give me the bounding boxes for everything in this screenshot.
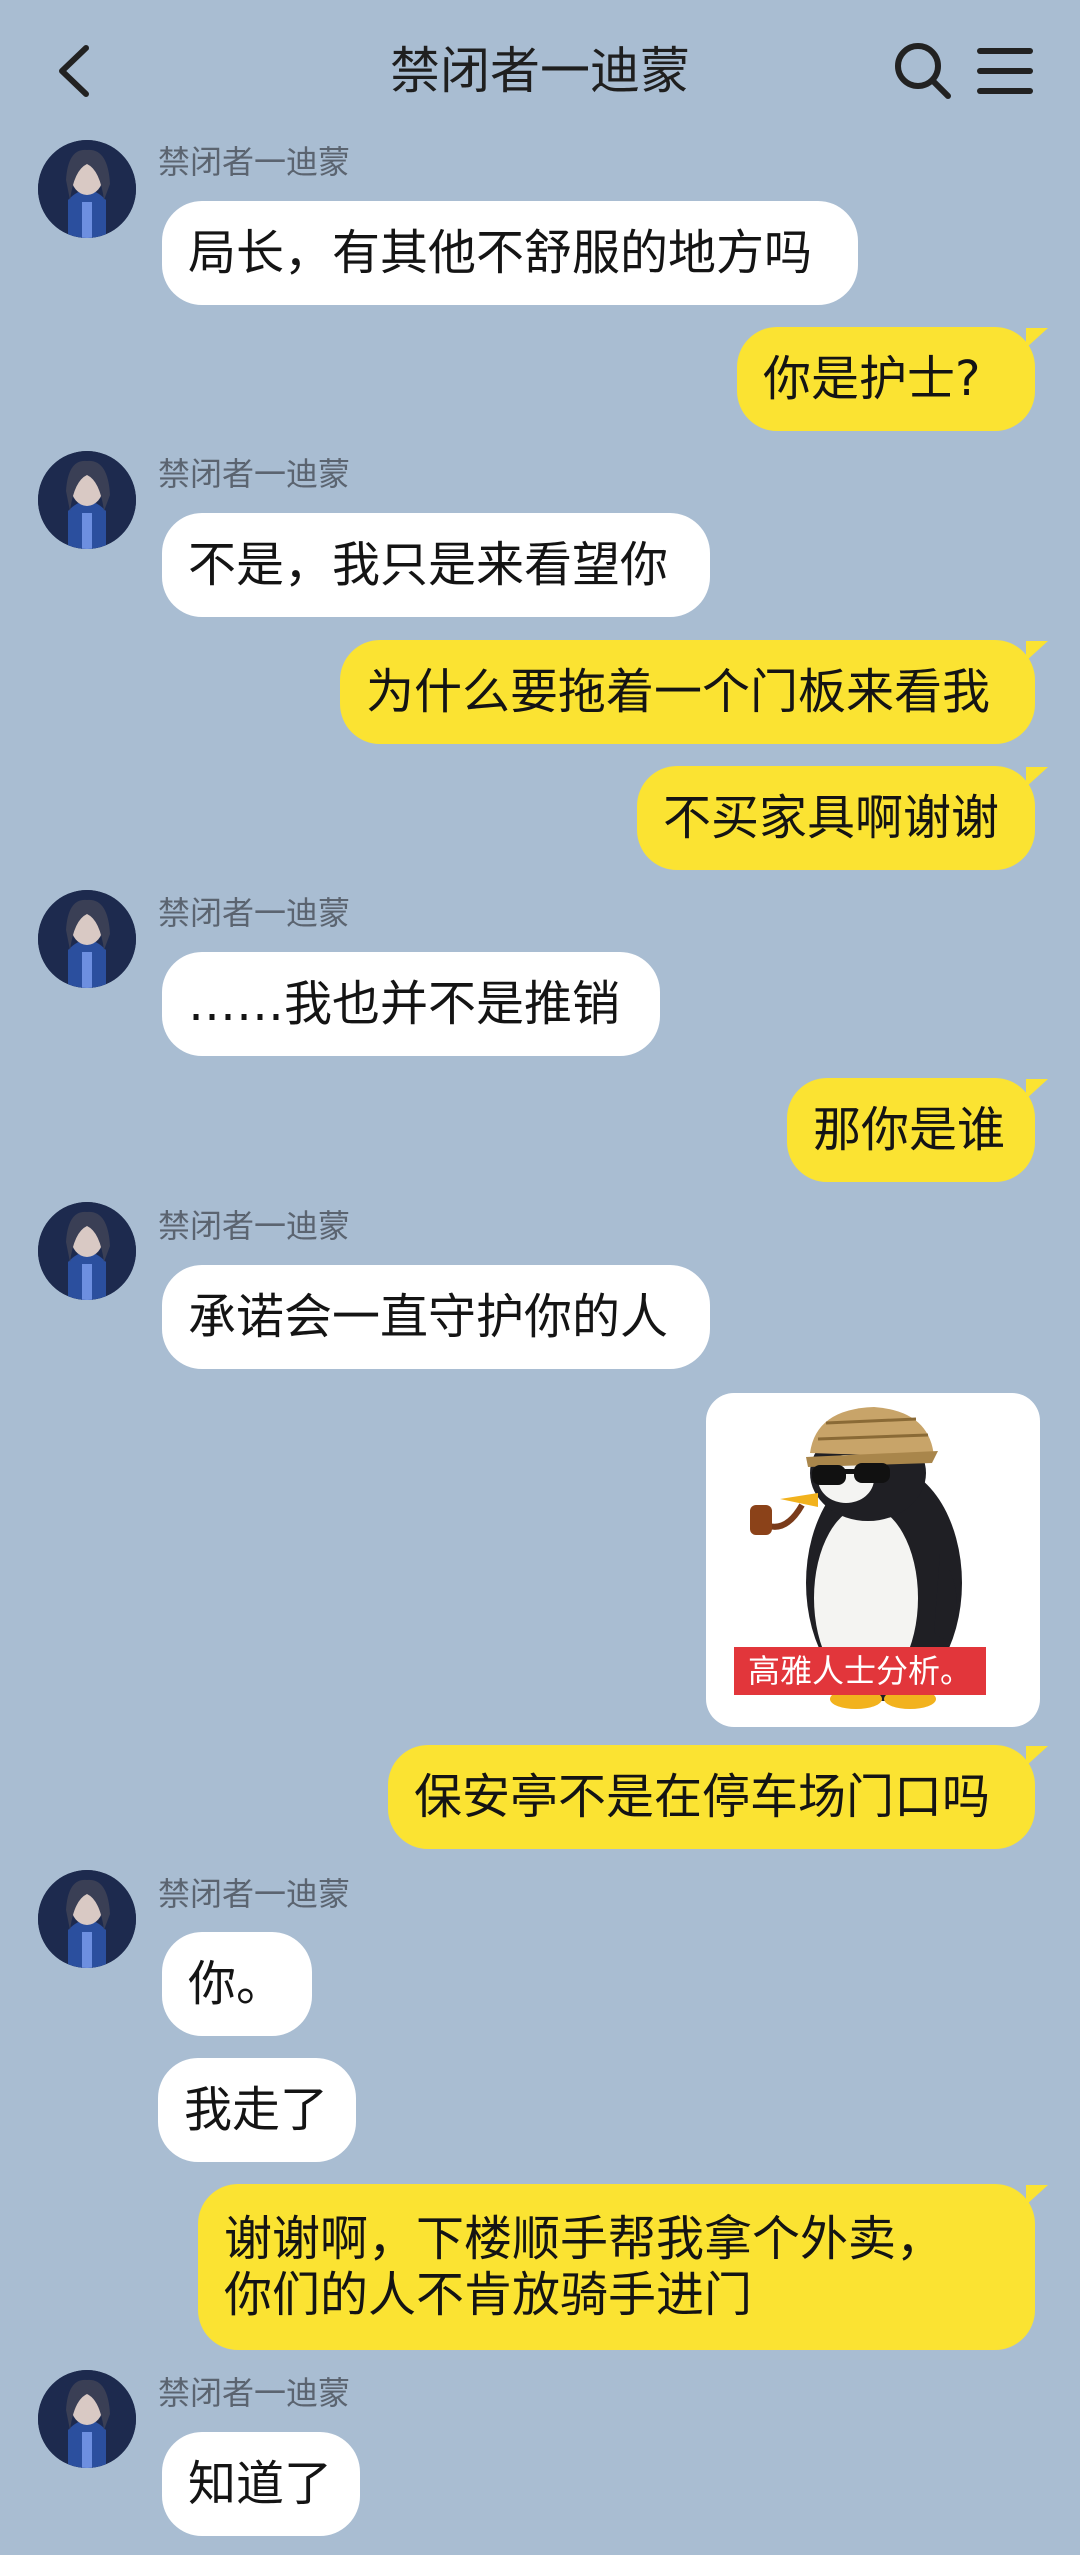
avatar[interactable]	[38, 2370, 136, 2468]
search-icon[interactable]	[888, 36, 958, 106]
message-incoming[interactable]: 知道了	[162, 2432, 360, 2536]
message-text: 局长，有其他不舒服的地方吗	[188, 225, 813, 281]
message-text-line: 你们的人不肯放骑手进门	[224, 2267, 753, 2323]
message-outgoing[interactable]: 那你是谁	[787, 1078, 1035, 1182]
message-text: 保安亭不是在停车场门口吗	[414, 1769, 991, 1825]
message-outgoing[interactable]: 你是护士?	[737, 327, 1035, 431]
message-text: ……我也并不是推销	[188, 976, 621, 1032]
sender-name: 禁闭者一迪蒙	[158, 455, 351, 493]
bubble-tail	[1026, 1079, 1048, 1099]
message-incoming[interactable]: ……我也并不是推销	[162, 952, 660, 1056]
message-text: 不是，我只是来看望你	[188, 537, 669, 593]
sender-name: 禁闭者一迪蒙	[158, 1207, 351, 1245]
avatar[interactable]	[38, 1870, 136, 1968]
message-text: 那你是谁	[813, 1102, 1006, 1158]
bubble-tail	[1026, 328, 1048, 348]
message-text: 为什么要拖着一个门板来看我	[366, 664, 991, 720]
avatar[interactable]	[38, 1202, 136, 1300]
avatar[interactable]	[38, 140, 136, 238]
message-outgoing[interactable]: 不买家具啊谢谢	[637, 766, 1035, 870]
menu-icon[interactable]	[970, 36, 1040, 106]
bubble-tail	[1026, 2185, 1048, 2205]
message-outgoing[interactable]: 为什么要拖着一个门板来看我	[340, 640, 1035, 744]
bubble-tail	[1026, 1746, 1048, 1766]
message-text: 承诺会一直守护你的人	[188, 1289, 669, 1345]
message-text: 你是护士?	[763, 351, 981, 407]
bubble-tail	[1026, 767, 1048, 787]
sticker-caption: 高雅人士分析。	[734, 1647, 987, 1695]
bubble-tail	[1026, 641, 1048, 661]
avatar[interactable]	[38, 890, 136, 988]
sender-name: 禁闭者一迪蒙	[158, 1875, 351, 1913]
penguin-sticker[interactable]: 高雅人士分析。	[706, 1393, 1040, 1727]
message-outgoing[interactable]: 保安亭不是在停车场门口吗	[388, 1745, 1035, 1849]
sender-name: 禁闭者一迪蒙	[158, 143, 351, 181]
message-text: 知道了	[188, 2456, 333, 2512]
message-incoming[interactable]: 你。	[162, 1932, 312, 2036]
avatar[interactable]	[38, 451, 136, 549]
message-text: 我走了	[184, 2082, 329, 2138]
message-text: 不买家具啊谢谢	[663, 790, 1000, 846]
sender-name: 禁闭者一迪蒙	[158, 894, 351, 932]
message-text: 你。	[188, 1956, 285, 2012]
sender-name: 禁闭者一迪蒙	[158, 2374, 351, 2412]
message-incoming[interactable]: 我走了	[158, 2058, 356, 2162]
chat-header: 禁闭者一迪蒙	[0, 0, 1080, 140]
message-text-line: 谢谢啊，下楼顺手帮我拿个外卖，	[224, 2211, 945, 2267]
message-incoming[interactable]: 局长，有其他不舒服的地方吗	[162, 201, 858, 305]
message-incoming[interactable]: 不是，我只是来看望你	[162, 513, 710, 617]
message-incoming[interactable]: 承诺会一直守护你的人	[162, 1265, 710, 1369]
message-outgoing[interactable]: 谢谢啊，下楼顺手帮我拿个外卖， 你们的人不肯放骑手进门	[198, 2184, 1035, 2350]
